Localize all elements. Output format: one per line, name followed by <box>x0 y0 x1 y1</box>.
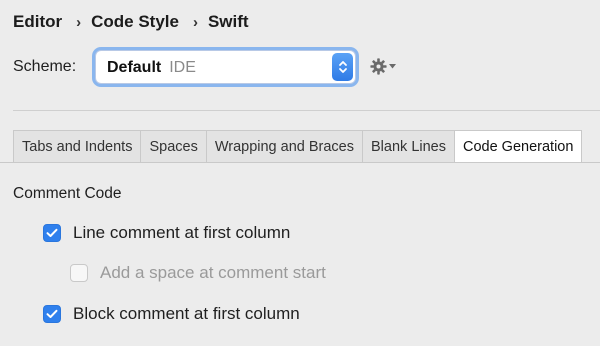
checkmark-icon <box>46 309 58 318</box>
gear-menu-button[interactable] <box>370 58 396 75</box>
checkmark-icon <box>46 228 58 237</box>
section-title-comment-code: Comment Code <box>13 185 122 202</box>
tab-bar: Tabs and Indents Spaces Wrapping and Bra… <box>13 130 583 162</box>
scheme-label: Scheme: <box>13 58 77 75</box>
tab-wrapping-and-braces[interactable]: Wrapping and Braces <box>207 131 364 162</box>
breadcrumb: Editor › Code Style › Swift <box>13 12 249 32</box>
dropdown-arrow-icon <box>389 64 396 69</box>
updown-chevron-icon[interactable] <box>332 53 353 81</box>
checkbox-add-space[interactable] <box>70 264 88 282</box>
option-line-comment-first-column[interactable]: Line comment at first column <box>43 223 290 243</box>
breadcrumb-item-code-style[interactable]: Code Style <box>91 12 179 32</box>
scheme-value: Default IDE <box>107 59 196 77</box>
option-label: Line comment at first column <box>73 223 291 242</box>
option-label: Block comment at first column <box>73 304 300 323</box>
tab-spaces[interactable]: Spaces <box>141 131 207 162</box>
scheme-dropdown[interactable]: Default IDE <box>95 50 356 84</box>
option-block-comment-first-column[interactable]: Block comment at first column <box>43 304 300 324</box>
tab-blank-lines[interactable]: Blank Lines <box>363 131 455 162</box>
option-add-space-at-comment-start[interactable]: Add a space at comment start <box>70 263 326 283</box>
scheme-sub: IDE <box>169 59 196 76</box>
tab-underline <box>0 162 600 163</box>
divider <box>13 110 600 111</box>
tab-tabs-and-indents[interactable]: Tabs and Indents <box>14 131 142 162</box>
checkbox-block-comment[interactable] <box>43 305 61 323</box>
breadcrumb-item-editor[interactable]: Editor <box>13 12 62 32</box>
option-label: Add a space at comment start <box>100 263 326 282</box>
gear-icon <box>370 58 387 75</box>
tab-code-generation[interactable]: Code Generation <box>454 131 582 162</box>
breadcrumb-separator: › <box>76 13 82 31</box>
breadcrumb-separator: › <box>192 13 198 31</box>
checkbox-line-comment[interactable] <box>43 224 61 242</box>
scheme-name: Default <box>107 59 162 76</box>
breadcrumb-item-swift: Swift <box>207 12 249 31</box>
